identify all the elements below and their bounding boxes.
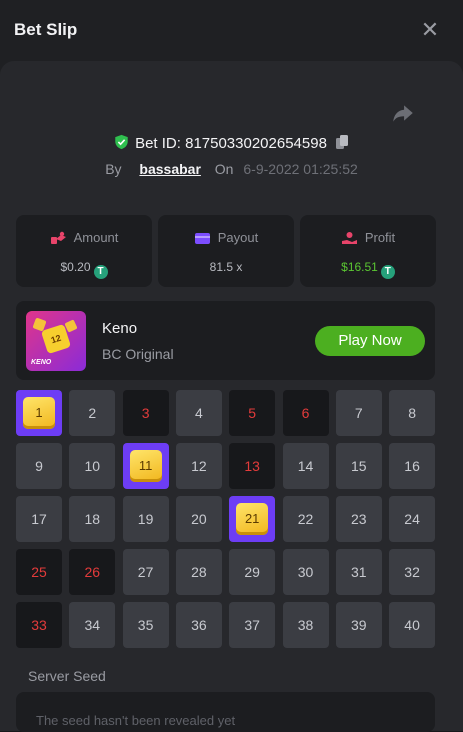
keno-cell: 34: [69, 602, 116, 648]
keno-cell: 4: [175, 390, 222, 436]
keno-cell: 22: [282, 496, 329, 542]
keno-cell: 19: [122, 496, 169, 542]
server-seed-text: The seed hasn't been revealed yet: [36, 713, 236, 728]
keno-cell: 1: [16, 390, 62, 436]
keno-cell: 30: [282, 549, 329, 595]
keno-cell: 40: [389, 602, 436, 648]
keno-cell: 27: [122, 549, 169, 595]
amount-icon: [50, 231, 66, 244]
amount-label: Amount: [73, 230, 119, 245]
game-card: 12 KENO Keno BC Original Play Now: [16, 301, 435, 380]
keno-cell: 5: [229, 390, 276, 436]
game-name: Keno: [102, 320, 138, 337]
payout-label: Payout: [217, 230, 259, 245]
payout-value: 81.5 x: [209, 260, 243, 274]
profit-icon: [341, 232, 357, 244]
bet-id-row: Bet ID: 81750330202654598: [0, 134, 463, 152]
keno-cell: 29: [229, 549, 276, 595]
keno-cell: 9: [16, 443, 62, 489]
play-now-button[interactable]: Play Now: [315, 326, 425, 356]
modal-header: Bet Slip ✕: [0, 0, 463, 60]
keno-cell: 18: [69, 496, 116, 542]
tether-coin-icon: T: [93, 265, 108, 279]
keno-cell: 39: [335, 602, 382, 648]
keno-cell: 31: [335, 549, 382, 595]
keno-cell: 7: [335, 390, 382, 436]
keno-cell: 3: [122, 390, 169, 436]
bet-id: Bet ID: 81750330202654598: [135, 135, 327, 152]
keno-cell: 14: [282, 443, 329, 489]
keno-cell: 15: [335, 443, 382, 489]
keno-cell: 37: [229, 602, 276, 648]
bet-meta-row: By bassabar On 6-9-2022 01:25:52: [0, 161, 463, 177]
hit-gem-icon: 21: [236, 503, 269, 535]
keno-cell: 23: [335, 496, 382, 542]
keno-cell: 21: [229, 496, 276, 542]
keno-cell: 16: [389, 443, 436, 489]
keno-cell: 26: [69, 549, 116, 595]
by-label: By: [105, 161, 122, 177]
server-seed-label: Server Seed: [28, 668, 106, 684]
keno-cell: 36: [175, 602, 222, 648]
amount-value: $0.20: [60, 260, 91, 274]
keno-board: 1 2 3 4 5 6 7 8 9 10 11 12 13 14 15 16 17 18 19 20 21 22 23 24 2…: [16, 390, 436, 648]
on-label: On: [214, 161, 234, 177]
keno-cell: 13: [229, 443, 276, 489]
copy-icon[interactable]: [335, 134, 349, 150]
card-icon: [194, 233, 210, 244]
close-icon[interactable]: ✕: [418, 18, 442, 42]
keno-cell: 32: [389, 549, 436, 595]
profit-label: Profit: [364, 230, 396, 245]
keno-cell: 6: [282, 390, 329, 436]
verified-shield-icon: [115, 134, 128, 150]
keno-cell: 17: [16, 496, 62, 542]
keno-cell: 33: [16, 602, 62, 648]
modal-title: Bet Slip: [14, 20, 78, 39]
tether-coin-icon: T: [380, 265, 395, 279]
hit-gem-icon: 1: [23, 397, 55, 429]
thumb-label: KENO: [31, 359, 52, 366]
keno-cell: 35: [122, 602, 169, 648]
hit-gem-icon: 11: [129, 450, 162, 482]
bet-date: 6-9-2022 01:25:52: [243, 161, 358, 177]
keno-cell: 11: [122, 443, 169, 489]
keno-cell: 24: [389, 496, 436, 542]
keno-cell: 2: [69, 390, 116, 436]
keno-cell: 20: [175, 496, 222, 542]
profit-card: Profit $16.51 T: [300, 215, 436, 287]
keno-cell: 25: [16, 549, 62, 595]
share-icon[interactable]: [390, 100, 416, 126]
profit-value: $16.51: [341, 260, 378, 274]
server-seed-field: The seed hasn't been revealed yet: [16, 692, 435, 732]
keno-cell: 38: [282, 602, 329, 648]
keno-cell: 28: [175, 549, 222, 595]
bet-slip-modal: Bet Slip ✕ Bet ID: 81750330202654598 By …: [0, 0, 463, 732]
payout-card: Payout 81.5 x: [158, 215, 294, 287]
username-link[interactable]: bassabar: [139, 161, 200, 177]
game-subtitle: BC Original: [102, 346, 174, 362]
keno-thumbnail[interactable]: 12 KENO: [26, 311, 86, 371]
amount-card: Amount $0.20 T: [16, 215, 152, 287]
keno-cell: 12: [175, 443, 222, 489]
keno-cell: 8: [389, 390, 436, 436]
keno-cell: 10: [69, 443, 116, 489]
